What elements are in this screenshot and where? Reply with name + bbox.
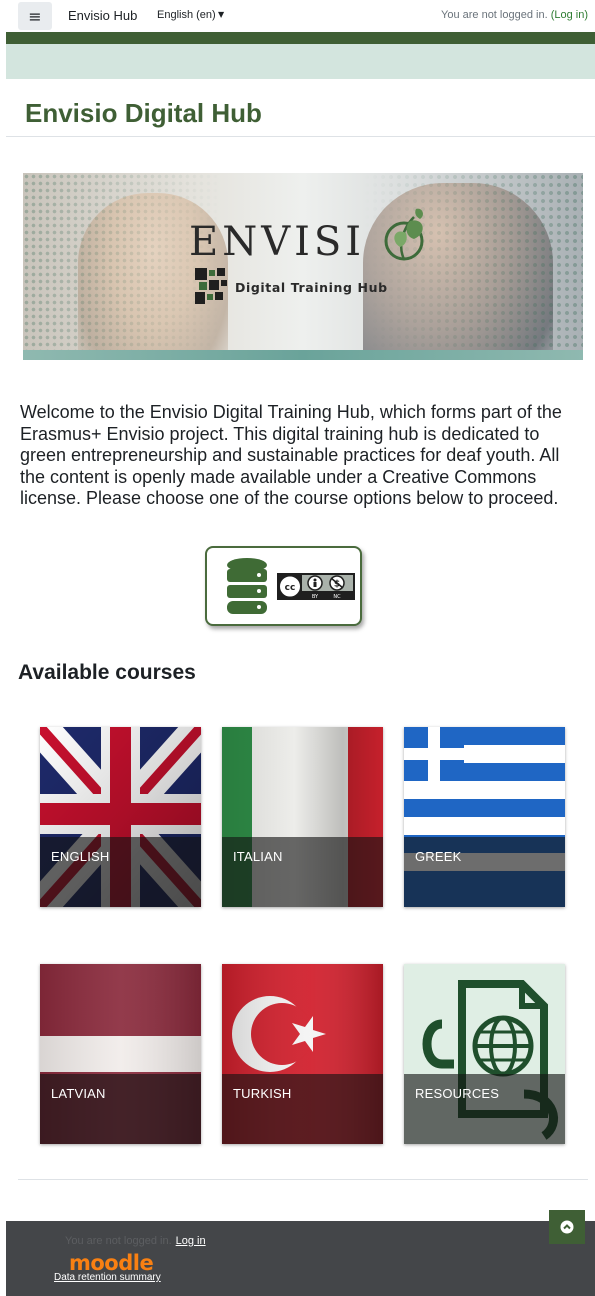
creative-commons-badge[interactable]: cc $ BY NC [205, 546, 362, 626]
course-label[interactable]: ITALIAN [233, 849, 283, 864]
back-to-top-button[interactable] [549, 1210, 585, 1244]
cc-by-nc-icon: cc $ BY NC [277, 573, 355, 600]
banner-strip [23, 350, 583, 360]
course-card-latvian[interactable]: LATVIAN [40, 964, 201, 1144]
card-overlay [222, 1074, 383, 1144]
card-overlay [222, 837, 383, 907]
hamburger-menu-icon[interactable]: ≡ [18, 2, 52, 30]
course-label[interactable]: TURKISH [233, 1086, 291, 1101]
chevron-up-icon [560, 1220, 574, 1234]
course-label[interactable]: LATVIAN [51, 1086, 106, 1101]
site-brand-link[interactable]: Envisio Hub [68, 8, 137, 23]
login-link[interactable]: (Log in) [551, 9, 588, 21]
data-retention-link[interactable]: Data retention summary [54, 1272, 161, 1283]
banner-dot-pattern [23, 173, 223, 360]
course-label[interactable]: GREEK [415, 849, 462, 864]
banner-subtitle: Digital Training Hub [235, 280, 388, 295]
course-card-greek[interactable]: GREEK [404, 727, 565, 907]
course-card-turkish[interactable]: TURKISH [222, 964, 383, 1144]
footer-login-info: You are not logged in. Log in [65, 1235, 206, 1247]
hero-banner-image: ENVISI Digital Training Hub [23, 173, 583, 360]
course-card-english[interactable]: ENGLISH [40, 727, 201, 907]
cc-nc-label: NC [333, 594, 341, 600]
available-courses-heading: Available courses [18, 661, 196, 684]
course-card-resources[interactable]: RESOURCES [404, 964, 565, 1144]
caret-down-icon[interactable]: ▼ [218, 10, 224, 19]
header-mint-bar [6, 44, 595, 79]
top-navbar: ≡ Envisio Hub English (en) ▼ You are not… [0, 0, 595, 32]
divider [18, 1179, 588, 1180]
card-overlay [40, 1074, 201, 1144]
course-label[interactable]: RESOURCES [415, 1086, 499, 1101]
footer-login-status: You are not logged in. [65, 1235, 172, 1247]
page-footer: You are not logged in. Log in moodle Data… [6, 1221, 595, 1296]
login-info: You are not logged in. (Log in) [441, 9, 588, 21]
welcome-text: Welcome to the Envisio Digital Training … [20, 402, 562, 508]
card-overlay [404, 837, 565, 907]
page-title: Envisio Digital Hub [25, 98, 262, 128]
course-card-italian[interactable]: ITALIAN [222, 727, 383, 907]
language-menu[interactable]: English (en) [157, 9, 216, 21]
svg-text:cc: cc [285, 583, 296, 593]
course-label[interactable]: ENGLISH [51, 849, 109, 864]
envisio-logo-text: ENVISI [189, 219, 366, 265]
card-overlay [40, 837, 201, 907]
header-green-bar [6, 32, 595, 44]
database-icon [227, 558, 267, 614]
qr-logo-icon [195, 268, 227, 304]
leaf-logo-icon [384, 208, 424, 261]
footer-login-link[interactable]: Log in [176, 1235, 206, 1247]
divider [6, 136, 595, 137]
cc-by-label: BY [312, 594, 319, 600]
card-overlay [404, 1074, 565, 1144]
login-status-text: You are not logged in. [441, 9, 548, 21]
